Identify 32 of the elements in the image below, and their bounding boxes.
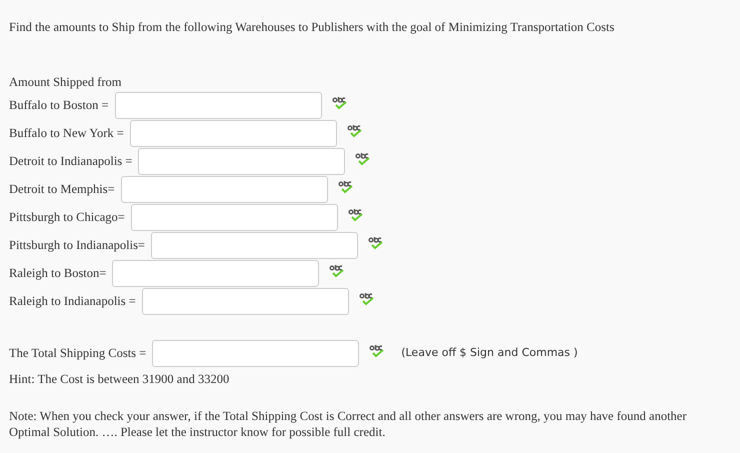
field-label: Raleigh to Indianapolis = [9,293,136,310]
instruction-text: Find the amounts to Ship from the following Warehouses to Publishers with the goal of Minimizing Transportation Costs [9,19,616,36]
answer-field[interactable] [130,120,337,147]
spellcheck-icon[interactable] [348,208,364,222]
field-label: Detroit to Indianapolis = [9,153,132,170]
hint-text: Hint: The Cost is between 31900 and 33200 [9,370,230,388]
answer-field[interactable] [120,176,328,203]
field-label: Buffalo to Boston = [9,97,109,114]
spellcheck-icon[interactable] [338,180,354,194]
answer-field[interactable] [151,232,358,259]
spellcheck-icon[interactable] [358,292,375,306]
answer-field[interactable] [130,204,338,231]
answer-field[interactable] [152,340,360,367]
spellcheck-icon[interactable] [346,124,363,138]
spellcheck-icon[interactable] [329,264,346,278]
spellcheck-icon[interactable] [368,236,384,250]
answer-field[interactable] [142,288,349,315]
spellcheck-icon[interactable] [332,96,348,110]
field-label: Pittsburgh to Indianapolis= [9,237,145,254]
section-label: Amount Shipped from [9,74,122,91]
note-text: Note: When you check your answer, if the Total Shipping Cost is Correct and all other answers are wrong, you may have found another Optimal Solution. …. Please let the instructor know for possible full credit. [9,408,688,440]
answer-field[interactable] [114,92,322,119]
answer-field[interactable] [112,260,320,287]
spellcheck-icon[interactable] [369,344,386,358]
field-label: Pittsburgh to Chicago= [9,209,125,226]
answer-field[interactable] [138,148,346,175]
field-label: Raleigh to Boston= [9,265,106,282]
instruction-note: (Leave off $ Sign and Commas ) [401,345,578,362]
field-label: The Total Shipping Costs = [9,345,146,362]
field-label: Detroit to Memphis= [9,181,115,198]
spellcheck-icon[interactable] [355,152,372,166]
field-label: Buffalo to New York = [9,125,124,142]
